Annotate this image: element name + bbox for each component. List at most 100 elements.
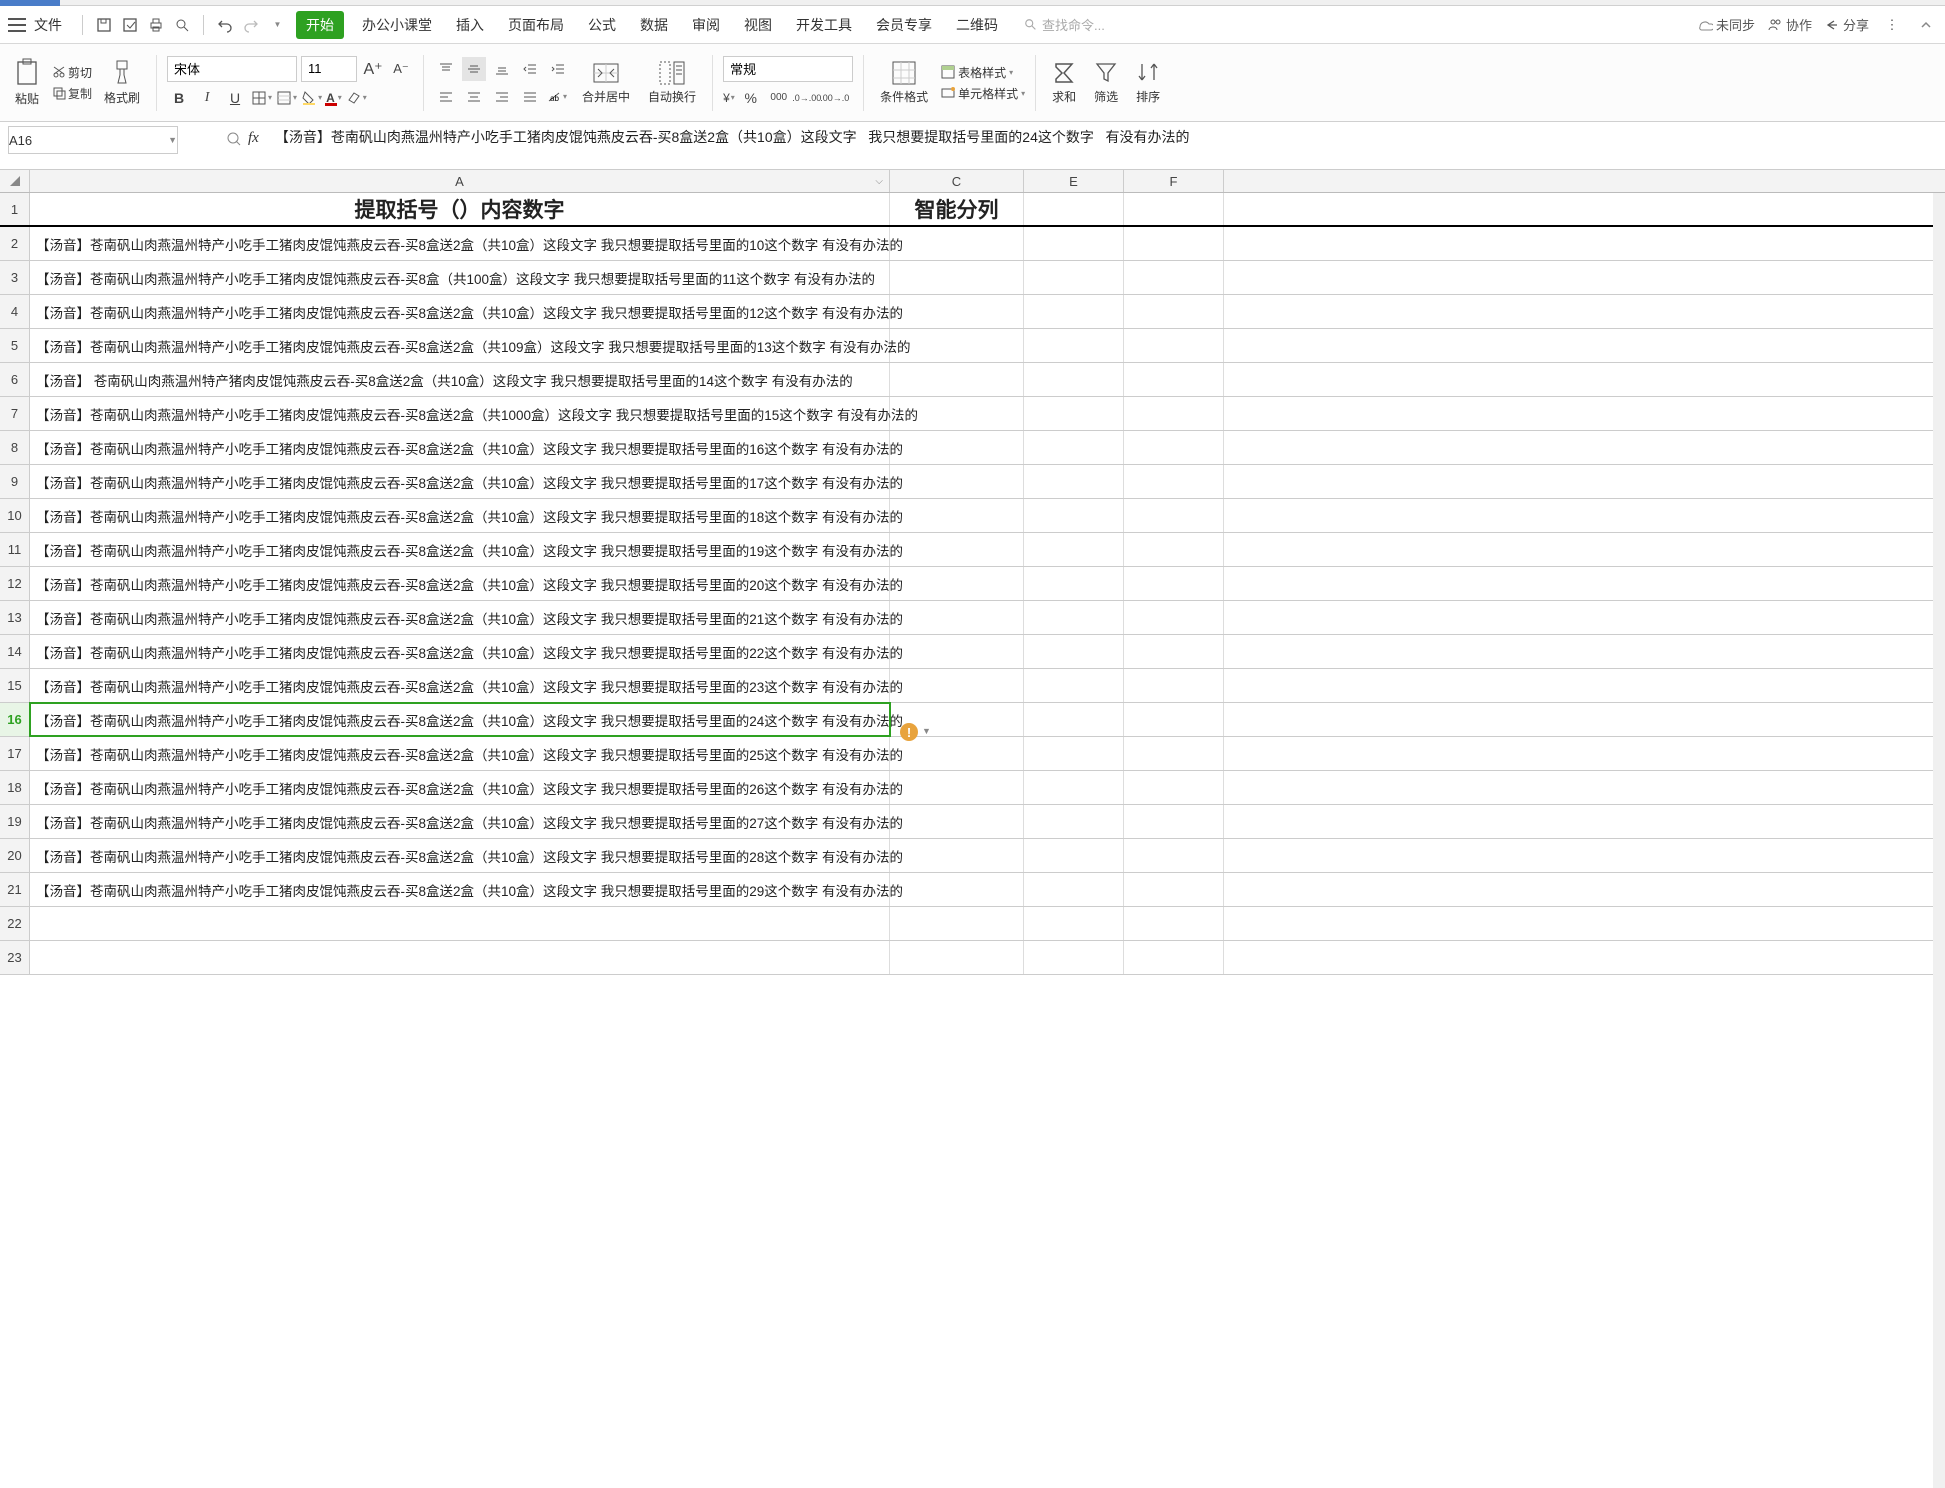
italic-button[interactable]: I bbox=[195, 86, 219, 110]
border-button[interactable]: ▾ bbox=[251, 90, 272, 106]
row-header[interactable]: 9 bbox=[0, 465, 30, 498]
bold-button[interactable]: B bbox=[167, 86, 191, 110]
row-header[interactable]: 13 bbox=[0, 601, 30, 634]
cell[interactable]: 【汤音】苍南矾山肉燕温州特产小吃手工猪肉皮馄饨燕皮云吞-买8盒送2盒（共10盒）… bbox=[30, 873, 890, 906]
cell[interactable]: 【汤音】苍南矾山肉燕温州特产小吃手工猪肉皮馄饨燕皮云吞-买8盒送2盒（共10盒）… bbox=[30, 839, 890, 872]
cell[interactable]: 【汤音】苍南矾山肉燕温州特产小吃手工猪肉皮馄饨燕皮云吞-买8盒送2盒（共1000… bbox=[30, 397, 890, 430]
row-header[interactable]: 22 bbox=[0, 907, 30, 940]
cell[interactable] bbox=[1024, 227, 1124, 260]
valign-middle-icon[interactable] bbox=[462, 57, 486, 81]
clear-format-button[interactable]: ▾ bbox=[346, 90, 367, 106]
cell[interactable] bbox=[890, 431, 1024, 464]
tab-qrcode[interactable]: 二维码 bbox=[948, 11, 1006, 39]
cell[interactable]: 【汤音】苍南矾山肉燕温州特产小吃手工猪肉皮馄饨燕皮云吞-买8盒送2盒（共10盒）… bbox=[30, 737, 890, 770]
cell[interactable] bbox=[1124, 261, 1224, 294]
cell[interactable] bbox=[1124, 193, 1224, 225]
cell[interactable] bbox=[890, 737, 1024, 770]
cell[interactable]: 【汤音】苍南矾山肉燕温州特产小吃手工猪肉皮馄饨燕皮云吞-买8盒送2盒（共10盒）… bbox=[30, 567, 890, 600]
cell[interactable] bbox=[890, 533, 1024, 566]
cell[interactable] bbox=[1024, 703, 1124, 736]
cell[interactable] bbox=[890, 499, 1024, 532]
cell[interactable] bbox=[1124, 941, 1224, 974]
underline-button[interactable]: U bbox=[223, 86, 247, 110]
cell[interactable]: 【汤音】苍南矾山肉燕温州特产小吃手工猪肉皮馄饨燕皮云吞-买8盒送2盒（共10盒）… bbox=[30, 465, 890, 498]
cell[interactable] bbox=[890, 941, 1024, 974]
redo-icon[interactable] bbox=[240, 14, 262, 36]
decrease-font-icon[interactable]: A⁻ bbox=[389, 57, 413, 81]
more-icon[interactable]: ⋮ bbox=[1881, 14, 1903, 36]
cell[interactable] bbox=[1024, 397, 1124, 430]
conditional-format-group[interactable]: 条件格式 bbox=[874, 60, 934, 105]
cell[interactable] bbox=[1124, 397, 1224, 430]
cell[interactable] bbox=[1124, 567, 1224, 600]
cell[interactable] bbox=[890, 329, 1024, 362]
cell[interactable]: 【汤音】 苍南矾山肉燕温州特产猪肉皮馄饨燕皮云吞-买8盒送2盒（共10盒）这段文… bbox=[30, 363, 890, 396]
column-header-a[interactable]: A⌵ bbox=[30, 170, 890, 192]
row-header[interactable]: 12 bbox=[0, 567, 30, 600]
cell[interactable] bbox=[1024, 261, 1124, 294]
error-indicator-icon[interactable]: ! bbox=[900, 723, 918, 741]
fill-color-button[interactable]: ▾ bbox=[301, 90, 322, 106]
cell[interactable] bbox=[890, 601, 1024, 634]
tab-review[interactable]: 审阅 bbox=[684, 11, 728, 39]
sync-status[interactable]: 未同步 bbox=[1697, 15, 1755, 34]
table-style-button[interactable]: 表格样式▾ bbox=[940, 64, 1025, 81]
cell[interactable] bbox=[890, 227, 1024, 260]
row-header[interactable]: 23 bbox=[0, 941, 30, 974]
file-menu[interactable]: 文件 bbox=[34, 15, 62, 35]
cell[interactable]: 【汤音】苍南矾山肉燕温州特产小吃手工猪肉皮馄饨燕皮云吞-买8盒送2盒（共109盒… bbox=[30, 329, 890, 362]
window-tab-active[interactable] bbox=[0, 0, 60, 6]
valign-bottom-icon[interactable] bbox=[490, 57, 514, 81]
hamburger-icon[interactable] bbox=[8, 18, 26, 32]
cell[interactable]: 【汤音】苍南矾山肉燕温州特产小吃手工猪肉皮馄饨燕皮云吞-买8盒送2盒（共10盒）… bbox=[30, 805, 890, 838]
row-header[interactable]: 6 bbox=[0, 363, 30, 396]
row-header[interactable]: 2 bbox=[0, 227, 30, 260]
chevron-down-icon[interactable]: ⌵ bbox=[875, 176, 883, 187]
name-box[interactable]: A16▼ bbox=[8, 126, 178, 154]
tab-layout[interactable]: 页面布局 bbox=[500, 11, 572, 39]
row-header[interactable]: 8 bbox=[0, 431, 30, 464]
row-header[interactable]: 5 bbox=[0, 329, 30, 362]
row-header[interactable]: 11 bbox=[0, 533, 30, 566]
cell[interactable] bbox=[1024, 533, 1124, 566]
cell[interactable] bbox=[890, 465, 1024, 498]
cell[interactable] bbox=[1124, 533, 1224, 566]
formula-content[interactable]: 【汤音】苍南矾山肉燕温州特产小吃手工猪肉皮馄饨燕皮云吞-买8盒送2盒（共10盒）… bbox=[267, 122, 1945, 154]
cell[interactable] bbox=[1124, 499, 1224, 532]
row-header[interactable]: 14 bbox=[0, 635, 30, 668]
cell[interactable] bbox=[1024, 805, 1124, 838]
row-header[interactable]: 3 bbox=[0, 261, 30, 294]
cell[interactable] bbox=[890, 261, 1024, 294]
increase-font-icon[interactable]: A⁺ bbox=[361, 57, 385, 81]
row-header[interactable]: 15 bbox=[0, 669, 30, 702]
cell[interactable] bbox=[1124, 295, 1224, 328]
cell[interactable] bbox=[1124, 227, 1224, 260]
valign-top-icon[interactable] bbox=[434, 57, 458, 81]
share-button[interactable]: 分享 bbox=[1824, 15, 1869, 34]
column-header-c[interactable]: C bbox=[890, 170, 1024, 192]
cell[interactable] bbox=[1124, 839, 1224, 872]
row-header[interactable]: 17 bbox=[0, 737, 30, 770]
align-right-icon[interactable] bbox=[490, 85, 514, 109]
align-center-icon[interactable] bbox=[462, 85, 486, 109]
tab-data[interactable]: 数据 bbox=[632, 11, 676, 39]
cell[interactable] bbox=[890, 907, 1024, 940]
cell[interactable] bbox=[1124, 805, 1224, 838]
cell[interactable] bbox=[1024, 329, 1124, 362]
cell[interactable] bbox=[1124, 771, 1224, 804]
cell[interactable] bbox=[1024, 363, 1124, 396]
cell[interactable]: 【汤音】苍南矾山肉燕温州特产小吃手工猪肉皮馄饨燕皮云吞-买8盒送2盒（共10盒）… bbox=[30, 703, 890, 736]
cell[interactable] bbox=[890, 295, 1024, 328]
cell[interactable] bbox=[1024, 499, 1124, 532]
cell[interactable] bbox=[890, 873, 1024, 906]
cell-style-button[interactable]: 单元格样式▾ bbox=[940, 85, 1025, 102]
cell[interactable] bbox=[1024, 669, 1124, 702]
column-header-e[interactable]: E bbox=[1024, 170, 1124, 192]
copy-button[interactable]: 复制 bbox=[52, 85, 92, 102]
row-header[interactable]: 4 bbox=[0, 295, 30, 328]
row-header[interactable]: 20 bbox=[0, 839, 30, 872]
row-header[interactable]: 21 bbox=[0, 873, 30, 906]
cell[interactable] bbox=[30, 941, 890, 974]
spreadsheet-grid[interactable]: A⌵ C E F 1 提取括号（）内容数字 智能分列 2【汤音】苍南矾山肉燕温州… bbox=[0, 170, 1945, 1488]
cell[interactable] bbox=[1024, 431, 1124, 464]
